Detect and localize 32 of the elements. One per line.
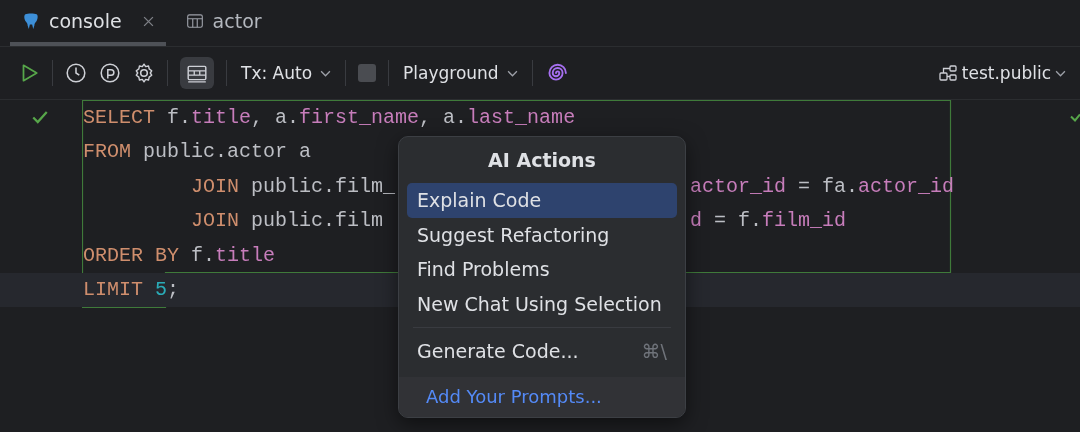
close-icon[interactable]: [142, 15, 154, 27]
table-icon: [185, 12, 204, 30]
code-text: d = f.film_id: [690, 209, 847, 233]
menu-item[interactable]: Suggest Refactoring: [407, 217, 677, 252]
mode-dropdown[interactable]: Playground: [401, 59, 520, 87]
chevron-down-icon: [506, 69, 518, 77]
add-prompts-link[interactable]: Add Your Prompts...: [426, 386, 602, 407]
clock-icon[interactable]: [65, 62, 87, 84]
chevron-down-icon: [1055, 69, 1066, 77]
menu-item[interactable]: Explain Code: [407, 183, 677, 218]
code-text: JOIN public.film: [191, 209, 384, 233]
code-text: FROM public.actor a: [83, 140, 312, 164]
shortcut-label: ⌘\: [641, 340, 667, 363]
code-text: LIMIT 5;: [83, 278, 180, 302]
transaction-dropdown[interactable]: Tx: Auto: [239, 59, 334, 87]
chevron-down-icon: [320, 69, 332, 77]
code-text: ORDER BY f.title: [83, 243, 276, 267]
p-circle-icon[interactable]: [99, 62, 121, 84]
grid-view-button[interactable]: [180, 57, 214, 89]
schema-dropdown[interactable]: test.public: [935, 59, 1068, 87]
settings-icon[interactable]: [133, 62, 155, 84]
code-text: actor_id = fa.actor_id: [690, 174, 955, 198]
editor-tab[interactable]: console: [10, 0, 166, 46]
popup-title: AI Actions: [487, 149, 597, 173]
code-text: SELECT f.title, a.first_name, a.last_name: [83, 105, 576, 129]
menu-item[interactable]: Find Problems: [407, 252, 677, 287]
menu-item[interactable]: New Chat Using Selection: [407, 286, 677, 321]
menu-item[interactable]: Generate Code... ⌘\: [407, 334, 677, 369]
menu-item-label: Generate Code...: [417, 340, 579, 363]
schema-icon: [937, 63, 958, 83]
editor-tab[interactable]: actor: [173, 0, 274, 46]
code-text: JOIN public.film_: [191, 174, 396, 198]
